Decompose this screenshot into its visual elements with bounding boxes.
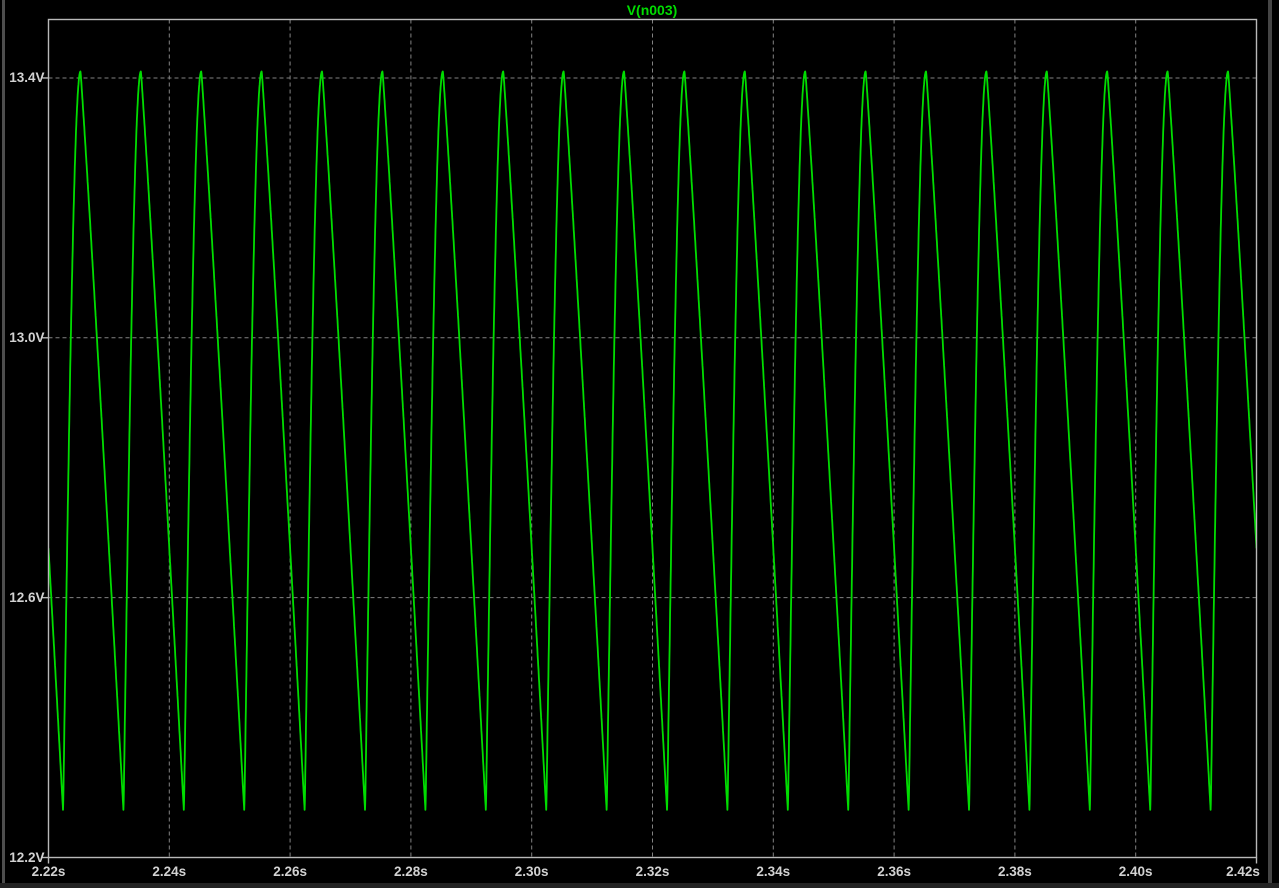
x-tick-label: 2.36s: [873, 863, 915, 881]
x-tick-label: 2.30s: [511, 863, 553, 881]
plot-area[interactable]: [0, 0, 1279, 888]
x-tick-label: 2.28s: [390, 863, 432, 881]
y-tick-label: 13.4V: [9, 70, 44, 86]
x-tick-label: 2.40s: [1115, 863, 1157, 881]
waveform-canvas: [0, 0, 1279, 888]
x-tick-label: 2.42s: [1222, 863, 1264, 881]
x-tick-label: 2.22s: [28, 863, 70, 881]
y-tick-label: 13.0V: [9, 330, 44, 346]
x-tick-label: 2.24s: [148, 863, 190, 881]
waveform-viewer-window: V(n003) 13.4V13.0V12.6V12.2V2.22s2.24s2.…: [0, 0, 1279, 888]
x-tick-label: 2.26s: [269, 863, 311, 881]
x-tick-label: 2.34s: [752, 863, 794, 881]
x-tick-label: 2.32s: [632, 863, 674, 881]
x-tick-label: 2.38s: [994, 863, 1036, 881]
y-tick-label: 12.6V: [9, 590, 44, 606]
